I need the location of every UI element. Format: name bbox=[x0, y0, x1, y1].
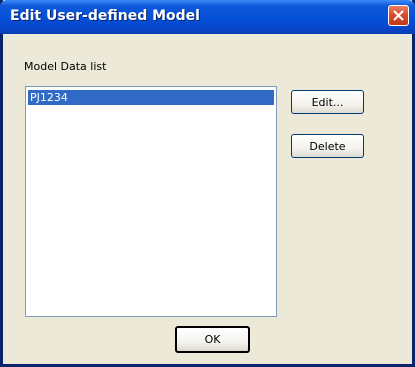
model-data-listbox[interactable]: PJ1234 bbox=[25, 86, 277, 317]
close-button[interactable] bbox=[388, 5, 409, 26]
list-item[interactable]: PJ1234 bbox=[28, 90, 274, 105]
window-title: Edit User-defined Model bbox=[10, 8, 200, 24]
ok-button[interactable]: OK bbox=[175, 326, 250, 353]
model-data-list-label: Model Data list bbox=[24, 60, 107, 73]
close-icon bbox=[393, 10, 404, 21]
dialog-window: Edit User-defined Model Model Data list … bbox=[0, 0, 415, 367]
title-bar[interactable]: Edit User-defined Model bbox=[0, 0, 415, 34]
dialog-content: Model Data list PJ1234 Edit... Delete OK bbox=[3, 34, 412, 364]
edit-button[interactable]: Edit... bbox=[291, 90, 364, 114]
delete-button[interactable]: Delete bbox=[291, 134, 364, 158]
